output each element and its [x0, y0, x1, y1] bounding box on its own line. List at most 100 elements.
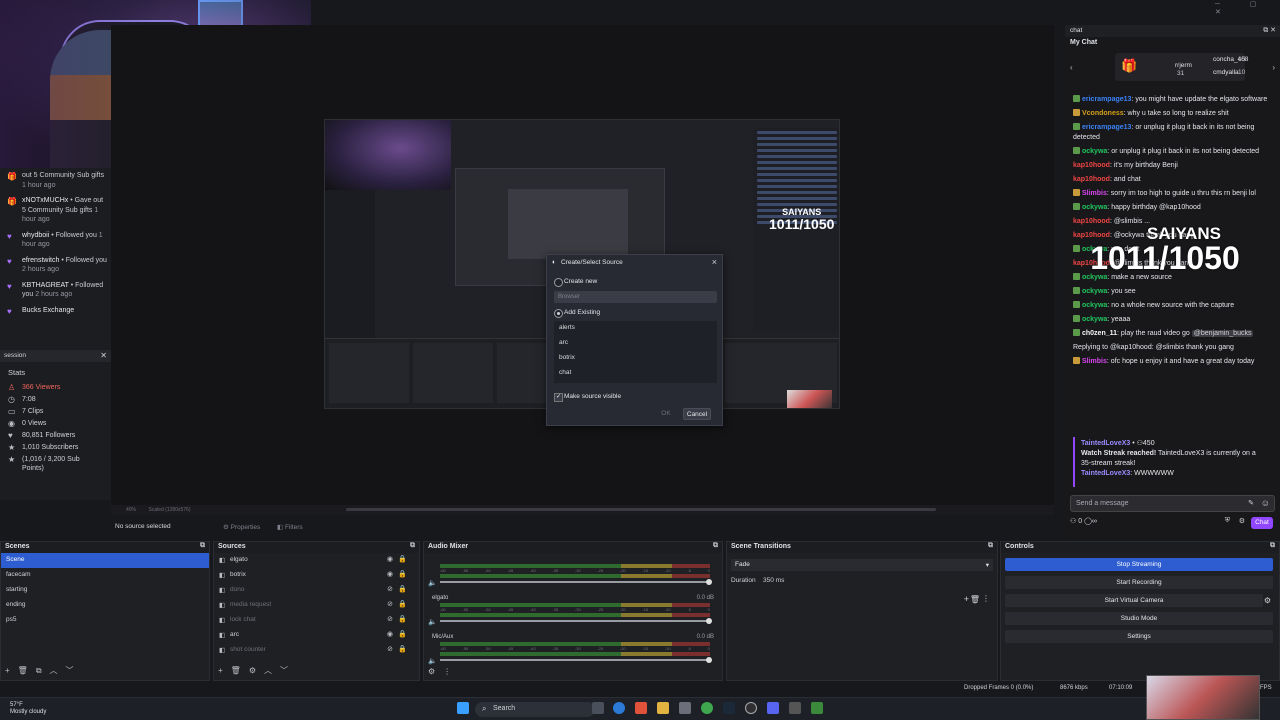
bits-icon[interactable]: ✎: [1248, 499, 1254, 507]
eye-icon[interactable]: ◉: [387, 570, 393, 578]
close-icon[interactable]: ✕: [100, 351, 107, 360]
close-icon[interactable]: ×: [712, 257, 717, 267]
send-message-input[interactable]: Send a message ✎ ☺: [1070, 495, 1275, 512]
make-visible-checkbox[interactable]: Make source visible: [554, 393, 621, 402]
lock-icon[interactable]: 🔒: [398, 645, 407, 653]
add-icon[interactable]: +: [218, 666, 223, 675]
cancel-button[interactable]: Cancel: [683, 408, 711, 420]
speaker-icon[interactable]: 🔈: [428, 618, 437, 626]
dock-menu-icon[interactable]: ⧉: [988, 542, 993, 550]
more-icon[interactable]: ⋮: [982, 594, 990, 603]
existing-source-item[interactable]: alerts: [554, 321, 717, 336]
source-item[interactable]: ◧ arc ◉ 🔒: [214, 628, 419, 643]
start-recording-button[interactable]: Start Recording: [1005, 576, 1273, 589]
source-item[interactable]: ◧ dono ⊘ 🔒: [214, 583, 419, 598]
emote-icon[interactable]: ☺: [1261, 498, 1270, 508]
lock-icon[interactable]: 🔒: [398, 630, 407, 638]
source-item[interactable]: ◧ shot counter ⊘ 🔒: [214, 643, 419, 658]
chevron-right-icon[interactable]: ›: [1272, 63, 1275, 72]
chevron-up-icon[interactable]: ︿: [264, 666, 272, 675]
volume-slider[interactable]: [440, 659, 710, 661]
dock-menu-icon[interactable]: ⧉: [200, 542, 205, 550]
settings-button[interactable]: Settings: [1005, 630, 1273, 643]
chrome-icon[interactable]: [701, 702, 713, 714]
lock-icon[interactable]: 🔒: [398, 600, 407, 608]
add-icon[interactable]: +: [964, 594, 969, 604]
source-item[interactable]: ◧ lock chat ⊘ 🔒: [214, 613, 419, 628]
duration-input[interactable]: 350 ms: [763, 577, 784, 584]
lock-icon[interactable]: 🔒: [398, 555, 407, 563]
start-icon[interactable]: [457, 702, 469, 714]
discord-icon[interactable]: [767, 702, 779, 714]
gear-icon[interactable]: ⚙: [1239, 517, 1245, 525]
source-item[interactable]: ◧ botrix ◉ 🔒: [214, 568, 419, 583]
chevron-up-icon[interactable]: ︿: [50, 666, 58, 675]
filter-icon[interactable]: ⧉: [36, 666, 42, 675]
more-icon[interactable]: ⋮: [443, 667, 451, 676]
app-icon[interactable]: [811, 702, 823, 714]
source-item[interactable]: ◧ elgato ◉ 🔒: [214, 553, 419, 568]
shield-icon[interactable]: ⛨: [1225, 517, 1230, 525]
settings-icon[interactable]: [679, 702, 691, 714]
volume-knob[interactable]: [706, 657, 712, 663]
app-icon[interactable]: [789, 702, 801, 714]
volume-knob[interactable]: [706, 579, 712, 585]
steam-icon[interactable]: [723, 702, 735, 714]
properties-button[interactable]: ⚙ Properties: [223, 523, 260, 531]
window-controls[interactable]: ─ ▢ ✕: [1215, 0, 1280, 16]
source-name-input[interactable]: Browser: [554, 291, 717, 303]
lock-icon[interactable]: 🔒: [398, 585, 407, 593]
lock-icon[interactable]: 🔒: [398, 570, 407, 578]
edge-icon[interactable]: [613, 702, 625, 714]
office-icon[interactable]: [635, 702, 647, 714]
scene-item[interactable]: facecam: [1, 568, 209, 583]
obs-icon[interactable]: [745, 702, 757, 714]
weather-widget[interactable]: 57°F Mostly cloudy: [10, 702, 46, 716]
channel-points-icon[interactable]: ⚇: [1070, 518, 1076, 525]
taskbar-search[interactable]: Search: [475, 702, 595, 717]
dock-menu-icon[interactable]: ⧉: [410, 542, 415, 550]
gear-icon[interactable]: ⚙: [428, 667, 435, 676]
scene-item[interactable]: starting: [1, 583, 209, 598]
task-view-icon[interactable]: [592, 702, 604, 714]
eye-icon[interactable]: ⊘: [387, 585, 393, 593]
filters-button[interactable]: ◧ Filters: [277, 523, 303, 531]
existing-source-item[interactable]: chat: [554, 366, 717, 381]
add-icon[interactable]: +: [5, 666, 10, 675]
stop-streaming-button[interactable]: Stop Streaming: [1005, 558, 1273, 571]
speaker-icon[interactable]: 🔈: [428, 579, 437, 587]
volume-knob[interactable]: [706, 618, 712, 624]
trash-icon[interactable]: 🗑: [18, 666, 28, 675]
folder-icon[interactable]: [657, 702, 669, 714]
eye-icon[interactable]: ⊘: [387, 645, 393, 653]
create-select-source-dialog[interactable]: ◐ Create/Select Source × Create new Brow…: [546, 254, 723, 426]
source-item[interactable]: ◧ media request ⊘ 🔒: [214, 598, 419, 613]
dock-menu-icon[interactable]: ⧉: [1270, 542, 1275, 550]
existing-source-item[interactable]: botrix: [554, 351, 717, 366]
scene-item[interactable]: ending: [1, 598, 209, 613]
scrollbar-thumb[interactable]: [346, 508, 936, 511]
volume-slider[interactable]: [440, 581, 710, 583]
start-virtual-camera-button[interactable]: Start Virtual Camera: [1005, 594, 1263, 607]
scene-item[interactable]: Scene: [1, 553, 209, 568]
gear-icon[interactable]: ⚙: [1264, 596, 1271, 605]
chevron-down-icon[interactable]: ﹀: [280, 666, 288, 675]
create-new-radio[interactable]: Create new: [554, 278, 597, 287]
chevron-down-icon[interactable]: ﹀: [66, 666, 74, 675]
eye-icon[interactable]: ⊘: [387, 615, 393, 623]
trash-icon[interactable]: 🗑: [970, 595, 980, 604]
volume-slider[interactable]: [440, 620, 710, 622]
existing-source-item[interactable]: arc: [554, 336, 717, 351]
gear-icon[interactable]: ⚙: [249, 666, 256, 675]
existing-sources-list[interactable]: alerts arc botrix chat: [554, 321, 717, 383]
transition-select[interactable]: Fade ▾: [731, 559, 993, 571]
speaker-icon[interactable]: 🔈: [428, 657, 437, 665]
studio-mode-button[interactable]: Studio Mode: [1005, 612, 1273, 625]
eye-icon[interactable]: ⊘: [387, 600, 393, 608]
lock-icon[interactable]: 🔒: [398, 615, 407, 623]
scene-item[interactable]: ps5: [1, 613, 209, 628]
trash-icon[interactable]: 🗑: [231, 666, 241, 675]
dock-controls-icon[interactable]: ⧉ ✕: [1263, 26, 1276, 35]
chat-send-button[interactable]: Chat: [1251, 517, 1273, 529]
ok-button[interactable]: OK: [655, 408, 677, 420]
